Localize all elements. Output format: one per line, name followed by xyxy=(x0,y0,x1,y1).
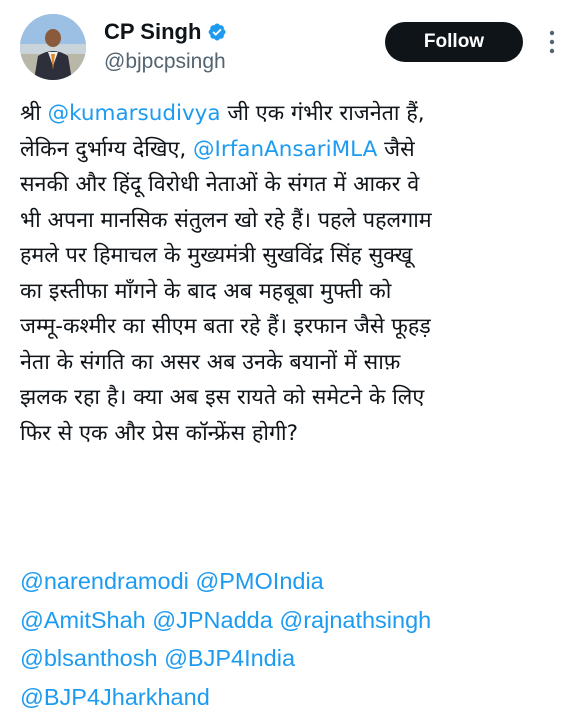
tweet-text-segment: का इस्तीफा माँगने के बाद अब महबूबा मुफ्त… xyxy=(20,278,392,304)
author-display-name[interactable]: CP Singh xyxy=(104,18,201,46)
tweet-text-segment: सनकी और हिंदू विरोधी नेताओं के संगत में … xyxy=(20,172,420,197)
mention-link[interactable]: @rajnathsingh xyxy=(279,607,431,633)
mention-link[interactable]: @kumarsudivya xyxy=(48,101,221,126)
tweet-text-segment: श्री xyxy=(20,101,48,126)
tweet-mentions: @narendramodi @PMOIndia @AmitShah @JPNadd… xyxy=(20,562,575,716)
tweet-text-segment: फिर से एक और प्रेस कॉन्फ्रेंस होगी? xyxy=(20,420,299,446)
tweet-line: का इस्तीफा माँगने के बाद अब महबूबा मुफ्त… xyxy=(20,274,575,310)
tweet-text: श्री @kumarsudivya जी एक गंभीर राजनेता ह… xyxy=(20,96,575,451)
mention-link[interactable]: @AmitShah xyxy=(20,607,146,633)
mention-link[interactable]: @BJP4India xyxy=(164,645,295,671)
tweet-line: श्री @kumarsudivya जी एक गंभीर राजनेता ह… xyxy=(20,96,575,132)
author-name-row: CP Singh xyxy=(104,18,227,46)
tweet-line: नेता के संगति का असर अब उनके बयानों में … xyxy=(20,345,575,381)
tweet-line: भी अपना मानसिक संतुलन खो रहे हैं। पहले प… xyxy=(20,203,575,239)
tweet-line: जम्मू-कश्मीर का सीएम बता रहे हैं। इरफान … xyxy=(20,309,575,345)
mention-line: @narendramodi @PMOIndia xyxy=(20,562,575,601)
tweet-text-segment: नेता के संगति का असर अब उनके बयानों में … xyxy=(20,349,401,375)
author-handle[interactable]: @bjpcpsingh xyxy=(104,49,227,75)
avatar[interactable] xyxy=(20,14,86,80)
tweet-text-segment: जी एक गंभीर राजनेता हैं, xyxy=(220,101,425,126)
mention-link[interactable]: @BJP4Jharkhand xyxy=(20,684,210,710)
tweet-line: झलक रहा है। क्या अब इस रायते को समेटने क… xyxy=(20,380,575,416)
mention-link[interactable]: @narendramodi xyxy=(20,568,189,594)
tweet-line: सनकी और हिंदू विरोधी नेताओं के संगत में … xyxy=(20,167,575,203)
tweet-text-segment: जम्मू-कश्मीर का सीएम बता रहे हैं। इरफान … xyxy=(20,314,431,339)
mention-line: @BJP4Jharkhand xyxy=(20,678,575,717)
tweet-text-segment: हमले पर हिमाचल के मुख्यमंत्री सुखविंद्र … xyxy=(20,243,413,268)
mention-link[interactable]: @IrfanAnsariMLA xyxy=(193,137,377,162)
more-vertical-icon[interactable] xyxy=(546,28,558,56)
mention-link[interactable]: @PMOIndia xyxy=(195,568,323,594)
tweet-text-segment: लेकिन दुर्भाग्य देखिए, xyxy=(20,136,194,162)
author-info: CP Singh @bjpcpsingh xyxy=(104,18,227,75)
verified-badge-icon xyxy=(207,22,227,42)
mention-line: @blsanthosh @BJP4India xyxy=(20,639,575,678)
mention-line: @AmitShah @JPNadda @rajnathsingh xyxy=(20,601,575,640)
tweet-line: हमले पर हिमाचल के मुख्यमंत्री सुखविंद्र … xyxy=(20,238,575,274)
follow-button[interactable]: Follow xyxy=(385,22,523,62)
tweet-text-segment: जैसे xyxy=(377,136,415,162)
tweet-header: CP Singh @bjpcpsingh Follow xyxy=(0,0,585,90)
tweet-line: लेकिन दुर्भाग्य देखिए, @IrfanAnsariMLA ज… xyxy=(20,132,575,168)
mention-link[interactable]: @blsanthosh xyxy=(20,645,158,671)
avatar-photo-icon xyxy=(20,14,86,80)
mention-link[interactable]: @JPNadda xyxy=(152,607,273,633)
tweet-line: फिर से एक और प्रेस कॉन्फ्रेंस होगी? xyxy=(20,416,575,452)
tweet-text-segment: भी अपना मानसिक संतुलन खो रहे हैं। पहले प… xyxy=(20,207,432,233)
tweet-text-segment: झलक रहा है। क्या अब इस रायते को समेटने क… xyxy=(20,385,425,410)
